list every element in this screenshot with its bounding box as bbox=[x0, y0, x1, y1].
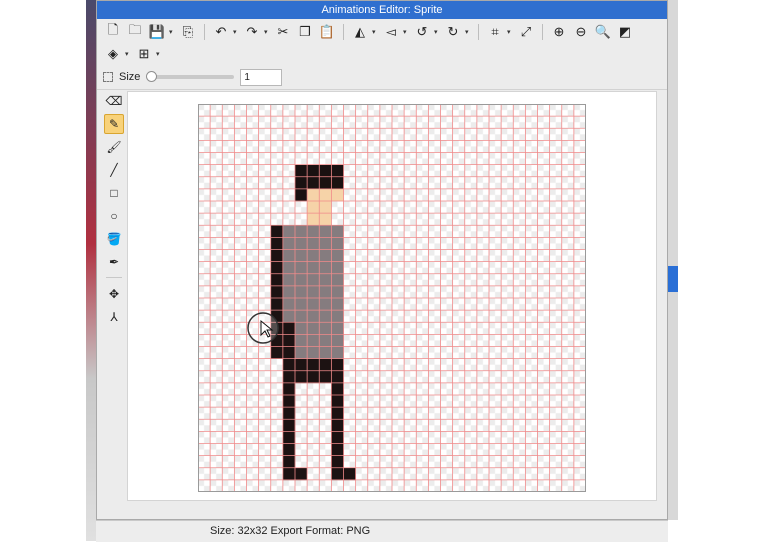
toolbar-separator bbox=[542, 24, 543, 40]
status-text: Size: 32x32 Export Format: PNG bbox=[210, 525, 371, 537]
background-window-edge-right bbox=[668, 0, 678, 520]
dropdown-arrow[interactable]: ▾ bbox=[125, 50, 132, 58]
background-toggle-icon[interactable]: ◩ bbox=[615, 22, 635, 42]
crop-icon[interactable]: ⌗ bbox=[485, 22, 505, 42]
line-tool-icon[interactable]: ╱ bbox=[104, 160, 124, 180]
zoom-in-icon[interactable]: ⊕ bbox=[549, 22, 569, 42]
size-input[interactable]: 1 bbox=[240, 68, 283, 86]
size-slider-thumb[interactable] bbox=[146, 71, 158, 82]
export-icon[interactable]: ⎘ bbox=[178, 22, 198, 42]
save-icon[interactable]: 💾 bbox=[147, 22, 167, 42]
copy-icon[interactable]: ❐ bbox=[295, 22, 315, 42]
toolbar-separator bbox=[343, 24, 344, 40]
toolbar-divider bbox=[97, 89, 667, 90]
paste-icon[interactable]: 📋 bbox=[317, 22, 337, 42]
dropdown-arrow[interactable]: ▾ bbox=[507, 28, 514, 36]
cut-icon[interactable]: ✂ bbox=[273, 22, 293, 42]
fill-bucket-tool-icon[interactable]: 🪣 bbox=[104, 229, 124, 249]
tool-separator bbox=[106, 277, 122, 278]
tool-options-bar: Size 1 bbox=[103, 67, 283, 87]
dropdown-arrow[interactable]: ▾ bbox=[403, 28, 410, 36]
pencil-tool-icon[interactable]: ✎ bbox=[104, 114, 124, 134]
eyedropper-tool-icon[interactable]: ✒ bbox=[104, 252, 124, 272]
background-accent bbox=[668, 266, 678, 292]
animations-editor-window: Animations Editor: Sprite 🗋 🗀 💾 ▾ ⎘ ↶ ▾ ↷ ▾ ✂ ❐ 📋 ◭ ▾… bbox=[96, 0, 668, 520]
new-file-icon[interactable]: 🗋 bbox=[103, 22, 123, 42]
move-tool-icon[interactable]: ✥ bbox=[104, 284, 124, 304]
dropdown-arrow[interactable]: ▾ bbox=[465, 28, 472, 36]
brush-tool-icon[interactable]: 🖌 bbox=[104, 137, 124, 157]
rotate-right-icon[interactable]: ↻ bbox=[443, 22, 463, 42]
dropdown-arrow[interactable]: ▾ bbox=[156, 50, 163, 58]
grid-icon[interactable]: ⊞ bbox=[134, 44, 154, 64]
layers-icon[interactable]: ◈ bbox=[103, 44, 123, 64]
resize-icon[interactable]: ⤢ bbox=[516, 22, 536, 42]
dropdown-arrow[interactable]: ▾ bbox=[372, 28, 379, 36]
dropdown-arrow[interactable]: ▾ bbox=[169, 28, 176, 36]
flip-horizontal-icon[interactable]: ◭ bbox=[350, 22, 370, 42]
undo-icon[interactable]: ↶ bbox=[211, 22, 231, 42]
dropdown-arrow[interactable]: ▾ bbox=[434, 28, 441, 36]
status-bar: Size: 32x32 Export Format: PNG bbox=[96, 520, 668, 542]
zoom-out-icon[interactable]: ⊖ bbox=[571, 22, 591, 42]
ellipse-tool-icon[interactable]: ○ bbox=[104, 206, 124, 226]
pencil-cursor bbox=[247, 312, 279, 344]
size-slider[interactable] bbox=[146, 71, 235, 82]
flip-vertical-icon[interactable]: ◅ bbox=[381, 22, 401, 42]
open-folder-icon[interactable]: 🗀 bbox=[125, 22, 145, 42]
window-title: Animations Editor: Sprite bbox=[97, 1, 667, 19]
dropdown-arrow[interactable]: ▾ bbox=[264, 28, 271, 36]
rotate-left-icon[interactable]: ↺ bbox=[412, 22, 432, 42]
secondary-toolbar: ◈ ▾ ⊞ ▾ bbox=[103, 43, 163, 65]
zoom-fit-icon[interactable]: 🔍 bbox=[593, 22, 613, 42]
tool-palette: ⌫ ✎ 🖌 ╱ □ ○ 🪣 ✒ ✥ ⅄ bbox=[103, 91, 125, 330]
canvas-area[interactable] bbox=[127, 91, 657, 501]
rectangle-tool-icon[interactable]: □ bbox=[104, 183, 124, 203]
main-toolbar: 🗋 🗀 💾 ▾ ⎘ ↶ ▾ ↷ ▾ ✂ ❐ 📋 ◭ ▾ ◅ ▾ ↺ ▾ ↻ ▾ ⌗ ▾ ⤢ ⊕ ⊖ 🔍 ◩ bbox=[103, 21, 635, 43]
selection-marquee-icon[interactable] bbox=[103, 72, 113, 82]
skeleton-tool-icon[interactable]: ⅄ bbox=[104, 307, 124, 327]
background-window-edge bbox=[86, 0, 96, 541]
eraser-tool-icon[interactable]: ⌫ bbox=[104, 91, 124, 111]
size-label: Size bbox=[119, 71, 141, 83]
toolbar-separator bbox=[478, 24, 479, 40]
toolbar-separator bbox=[204, 24, 205, 40]
dropdown-arrow[interactable]: ▾ bbox=[233, 28, 240, 36]
redo-icon[interactable]: ↷ bbox=[242, 22, 262, 42]
